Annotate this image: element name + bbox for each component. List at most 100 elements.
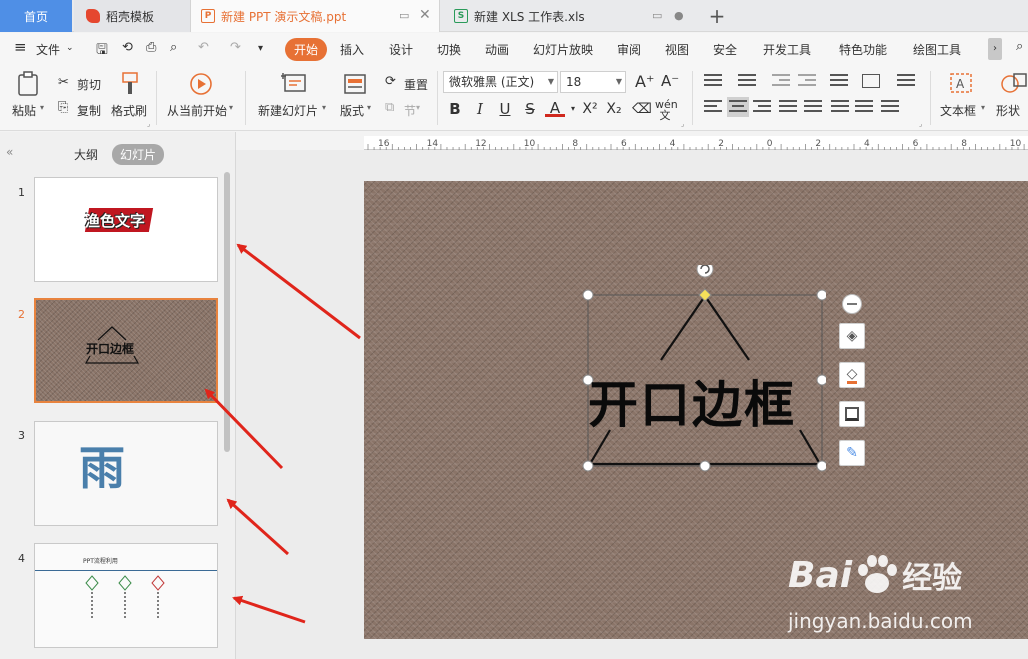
tab-xls-document[interactable]: S 新建 XLS 工作表.xls ▭ ● bbox=[444, 0, 694, 32]
columns-icon[interactable] bbox=[830, 74, 848, 88]
bullet-list-icon[interactable] bbox=[704, 74, 722, 88]
indent-spacing-icon[interactable] bbox=[881, 100, 899, 114]
section-button[interactable]: 节 bbox=[404, 102, 416, 119]
tab-ppt-document[interactable]: P 新建 PPT 演示文稿.ppt ▭ ✕ bbox=[190, 0, 440, 32]
window-restore-icon[interactable]: ▭ bbox=[652, 9, 662, 22]
menu-insert[interactable]: 插入 bbox=[340, 41, 364, 58]
format-painter-icon[interactable] bbox=[119, 71, 141, 97]
decrease-indent-icon[interactable] bbox=[772, 74, 790, 88]
menu-design[interactable]: 设计 bbox=[389, 41, 413, 58]
reset-button[interactable]: 重置 bbox=[404, 76, 428, 93]
tab-outline[interactable]: 大纲 bbox=[74, 146, 98, 163]
cut-button[interactable]: 剪切 bbox=[77, 76, 101, 93]
copy-button[interactable]: 复制 bbox=[77, 102, 101, 119]
layer-button[interactable]: ◈ bbox=[839, 323, 865, 349]
underline-icon[interactable]: U bbox=[495, 99, 515, 119]
print-preview-icon[interactable]: ⌕ bbox=[170, 40, 177, 55]
numbered-list-icon[interactable] bbox=[738, 74, 756, 88]
new-slide-icon[interactable] bbox=[281, 71, 307, 95]
align-right-icon[interactable] bbox=[753, 100, 771, 114]
redo-icon[interactable]: ↷ bbox=[230, 40, 241, 55]
menu-drawing-tools[interactable]: 绘图工具 bbox=[913, 41, 961, 58]
text-box-icon[interactable]: A bbox=[949, 72, 973, 94]
layout-icon[interactable] bbox=[343, 73, 367, 95]
increase-indent-icon[interactable] bbox=[798, 74, 816, 88]
paragraph-launcher-icon[interactable]: ⌟ bbox=[919, 120, 922, 128]
bold-icon[interactable]: B bbox=[445, 99, 465, 119]
align-left-icon[interactable] bbox=[704, 100, 722, 114]
more-tabs-button[interactable]: › bbox=[988, 38, 1002, 60]
text-box-button[interactable]: 文本框 bbox=[940, 102, 976, 119]
undo-icon[interactable]: ↶ bbox=[198, 40, 209, 55]
play-dropdown-icon[interactable]: ▾ bbox=[229, 103, 233, 112]
play-from-current-button[interactable]: 从当前开始 bbox=[167, 102, 227, 119]
export-icon[interactable]: ⟲ bbox=[122, 40, 133, 55]
paste-button[interactable]: 粘贴 bbox=[12, 102, 36, 119]
search-icon[interactable]: ⌕ bbox=[1016, 39, 1023, 54]
text-direction-icon[interactable] bbox=[862, 74, 880, 88]
fill-button[interactable]: ◇ bbox=[839, 362, 865, 388]
shape-button[interactable]: 形状 bbox=[996, 102, 1020, 119]
font-size-select[interactable]: 18 ▼ bbox=[560, 71, 626, 93]
menu-file[interactable]: 文件 bbox=[36, 41, 60, 58]
paste-dropdown-icon[interactable]: ▾ bbox=[40, 103, 44, 112]
superscript-icon[interactable]: X² bbox=[580, 99, 600, 119]
font-launcher-icon[interactable]: ⌟ bbox=[681, 120, 684, 128]
chevron-down-icon[interactable]: ⌄ bbox=[66, 43, 74, 53]
strikethrough-icon[interactable]: S bbox=[520, 99, 540, 119]
font-color-icon[interactable]: A bbox=[545, 99, 565, 117]
window-restore-icon[interactable]: ▭ bbox=[399, 9, 409, 22]
slide-thumbnail-3[interactable]: 雨 bbox=[34, 421, 218, 526]
play-icon[interactable] bbox=[189, 72, 213, 96]
align-text-icon[interactable] bbox=[897, 74, 915, 88]
shape-icon[interactable] bbox=[1000, 72, 1028, 96]
tab-home[interactable]: 首页 bbox=[0, 0, 72, 32]
tab-template[interactable]: 稻壳模板 bbox=[74, 0, 190, 32]
subscript-icon[interactable]: X₂ bbox=[604, 99, 624, 119]
menu-developer[interactable]: 开发工具 bbox=[763, 41, 811, 58]
clear-format-icon[interactable]: ⌫ bbox=[632, 99, 652, 119]
menu-animation[interactable]: 动画 bbox=[485, 41, 509, 58]
section-dropdown-icon[interactable]: ▾ bbox=[416, 103, 420, 112]
paragraph-spacing-icon[interactable] bbox=[855, 100, 873, 114]
clipboard-launcher-icon[interactable]: ⌟ bbox=[147, 120, 150, 128]
phonetic-guide-icon[interactable]: wén 文 bbox=[655, 99, 678, 121]
print-icon[interactable]: ⎙ bbox=[146, 40, 156, 55]
paste-icon[interactable] bbox=[16, 71, 40, 97]
italic-icon[interactable]: I bbox=[470, 99, 490, 119]
decrease-font-size-icon[interactable]: A⁻ bbox=[661, 72, 679, 90]
hamburger-menu-icon[interactable]: ≡ bbox=[14, 38, 27, 56]
slide-title[interactable]: 开口边框 bbox=[588, 365, 796, 437]
menu-special-features[interactable]: 特色功能 bbox=[839, 41, 887, 58]
collapse-panel-icon[interactable]: « bbox=[6, 145, 13, 159]
tab-slides[interactable]: 幻灯片 bbox=[112, 144, 165, 165]
line-spacing-icon[interactable] bbox=[831, 100, 849, 114]
new-slide-button[interactable]: 新建幻灯片 bbox=[258, 102, 318, 119]
menu-security[interactable]: 安全 bbox=[713, 41, 737, 58]
menu-review[interactable]: 审阅 bbox=[617, 41, 641, 58]
justify-icon[interactable] bbox=[779, 100, 797, 114]
font-name-select[interactable]: 微软雅黑 (正文) ▼ bbox=[443, 71, 558, 93]
distribute-icon[interactable] bbox=[804, 100, 822, 114]
new-tab-button[interactable]: + bbox=[706, 0, 728, 32]
current-slide[interactable]: 开口边框 ◈ ◇ ✎ Bai 经验 jingyan.baidu.com bbox=[364, 181, 1028, 639]
slide-thumbnail-1[interactable]: 渔色文字 bbox=[34, 177, 218, 282]
panel-scrollbar[interactable] bbox=[224, 172, 230, 452]
new-slide-dropdown-icon[interactable]: ▾ bbox=[322, 103, 326, 112]
save-icon[interactable]: 🖫 bbox=[96, 39, 108, 63]
format-painter-button[interactable]: 格式刷 bbox=[111, 102, 147, 119]
menu-transition[interactable]: 切换 bbox=[437, 41, 461, 58]
align-center-icon[interactable] bbox=[727, 97, 749, 117]
layout-dropdown-icon[interactable]: ▾ bbox=[367, 103, 371, 112]
increase-font-size-icon[interactable]: A⁺ bbox=[635, 72, 654, 91]
menu-start[interactable]: 开始 bbox=[285, 38, 328, 61]
slide-thumbnail-2[interactable]: 开口边框 bbox=[34, 298, 218, 403]
collapse-float-toolbar-button[interactable] bbox=[842, 294, 862, 314]
slide-thumbnail-4[interactable]: PPT流程利用 bbox=[34, 543, 218, 648]
close-tab-icon[interactable]: ✕ bbox=[419, 7, 431, 23]
menu-slideshow[interactable]: 幻灯片放映 bbox=[533, 41, 593, 58]
layout-button[interactable]: 版式 bbox=[340, 102, 364, 119]
outline-button[interactable] bbox=[839, 401, 865, 427]
format-brush-button[interactable]: ✎ bbox=[839, 440, 865, 466]
quick-access-dropdown-icon[interactable]: ▾ bbox=[258, 43, 263, 54]
